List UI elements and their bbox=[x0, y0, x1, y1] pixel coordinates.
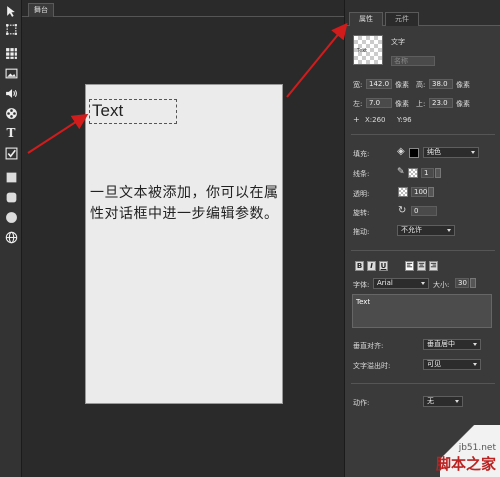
opacity-swatch bbox=[398, 187, 408, 197]
properties-panel: 属性 元件 Text 文字 名称 宽: 142.0 像素 高: 38.0 像素 … bbox=[344, 0, 500, 477]
stroke-width-field[interactable]: 1 bbox=[421, 168, 434, 178]
stage-area[interactable]: Text 一旦文本被添加，你可以在属性对话框中进一步编辑参数。 bbox=[22, 17, 344, 477]
tool-palette: T bbox=[0, 0, 22, 477]
watermark-brand: 脚本之家 bbox=[435, 455, 496, 473]
drag-label: 拖动: bbox=[353, 228, 370, 236]
align-right-button[interactable] bbox=[429, 261, 438, 271]
coords-y: Y:96 bbox=[397, 116, 412, 124]
watermark: jb51.net 脚本之家 bbox=[436, 443, 496, 474]
height-unit: 像素 bbox=[456, 81, 470, 89]
rotate-label: 旋转: bbox=[353, 209, 370, 217]
paint-bucket-icon[interactable]: ◈ bbox=[397, 146, 405, 157]
film-reel-icon[interactable] bbox=[4, 106, 18, 120]
valign-label: 垂直对齐: bbox=[353, 342, 384, 350]
left-field[interactable]: 7.0 bbox=[366, 98, 392, 108]
underline-button[interactable]: U bbox=[379, 261, 388, 271]
element-thumbnail: Text bbox=[353, 35, 383, 65]
left-label: 左: bbox=[353, 100, 363, 108]
size-field[interactable]: 30 bbox=[455, 278, 469, 288]
coords-x: X:260 bbox=[365, 116, 386, 124]
rectangle-icon[interactable] bbox=[4, 170, 18, 184]
action-label: 动作: bbox=[353, 399, 370, 407]
valign-select[interactable]: 垂直居中 bbox=[423, 339, 481, 350]
text-content-input[interactable]: Text bbox=[352, 294, 492, 328]
size-label: 大小: bbox=[433, 281, 450, 289]
font-label: 字体: bbox=[353, 281, 370, 289]
stage-tabbar: 舞台 bbox=[22, 0, 344, 17]
circle-icon[interactable] bbox=[4, 210, 18, 224]
image-icon[interactable] bbox=[4, 66, 18, 80]
align-center-button[interactable] bbox=[417, 261, 426, 271]
height-label: 高: bbox=[416, 81, 426, 89]
tab-components[interactable]: 元件 bbox=[385, 12, 419, 26]
rotate-icon: ↻ bbox=[398, 205, 407, 216]
name-field[interactable]: 名称 bbox=[391, 56, 435, 66]
tab-properties[interactable]: 属性 bbox=[349, 12, 383, 26]
web-globe-icon[interactable] bbox=[4, 230, 18, 244]
width-field[interactable]: 142.0 bbox=[366, 79, 392, 89]
text-element-content: Text bbox=[92, 101, 124, 120]
align-left-button[interactable] bbox=[405, 261, 414, 271]
stroke-label: 线条: bbox=[353, 170, 370, 178]
stroke-color-swatch[interactable] bbox=[408, 168, 418, 178]
divider bbox=[351, 250, 495, 251]
panel-tabs: 属性 元件 bbox=[345, 0, 500, 26]
width-label: 宽: bbox=[353, 81, 363, 89]
text-element[interactable]: Text bbox=[89, 99, 177, 124]
transform-icon[interactable] bbox=[4, 22, 18, 36]
opacity-field[interactable]: 100 bbox=[411, 187, 427, 197]
text-tool-icon[interactable]: T bbox=[4, 126, 18, 140]
caption-text: 一旦文本被添加，你可以在属性对话框中进一步编辑参数。 bbox=[90, 185, 279, 222]
left-unit: 像素 bbox=[395, 100, 409, 108]
top-unit: 像素 bbox=[456, 100, 470, 108]
fill-label: 填充: bbox=[353, 150, 370, 158]
fill-type-select[interactable]: 纯色 bbox=[423, 147, 479, 158]
drag-select[interactable]: 不允许 bbox=[397, 225, 455, 236]
watermark-site: jb51.net bbox=[458, 443, 496, 453]
select-arrow-icon[interactable] bbox=[4, 4, 18, 18]
rounded-rectangle-icon[interactable] bbox=[4, 190, 18, 204]
top-field[interactable]: 23.0 bbox=[429, 98, 453, 108]
action-select[interactable]: 无 bbox=[423, 396, 463, 407]
page-canvas[interactable]: Text 一旦文本被添加，你可以在属性对话框中进一步编辑参数。 bbox=[85, 84, 283, 404]
stroke-spinner[interactable] bbox=[435, 168, 441, 178]
size-spinner[interactable] bbox=[470, 278, 476, 288]
pencil-icon[interactable]: ✎ bbox=[397, 167, 405, 177]
opacity-label: 透明: bbox=[353, 190, 370, 198]
font-select[interactable]: Arial bbox=[373, 278, 429, 289]
bold-button[interactable]: B bbox=[355, 261, 364, 271]
overflow-label: 文字溢出时: bbox=[353, 362, 391, 370]
opacity-spinner[interactable] bbox=[428, 187, 434, 197]
checkbox-icon[interactable] bbox=[4, 146, 18, 160]
grid-icon[interactable] bbox=[4, 46, 18, 60]
tab-stage[interactable]: 舞台 bbox=[28, 3, 54, 17]
sound-icon[interactable] bbox=[4, 86, 18, 100]
divider bbox=[351, 134, 495, 135]
italic-button[interactable]: I bbox=[367, 261, 376, 271]
height-field[interactable]: 38.0 bbox=[429, 79, 453, 89]
top-label: 上: bbox=[416, 100, 426, 108]
crosshair-icon: + bbox=[353, 115, 360, 124]
editor-window: T 舞台 Text 一旦文本被添加，你可以在属性对话框中进一步编辑参数。 属性 … bbox=[0, 0, 500, 477]
fill-color-swatch[interactable] bbox=[409, 148, 419, 158]
element-type-label: 文字 bbox=[391, 38, 405, 46]
divider bbox=[351, 383, 495, 384]
rotate-field[interactable]: 0 bbox=[411, 206, 437, 216]
width-unit: 像素 bbox=[395, 81, 409, 89]
overflow-select[interactable]: 可见 bbox=[423, 359, 481, 370]
